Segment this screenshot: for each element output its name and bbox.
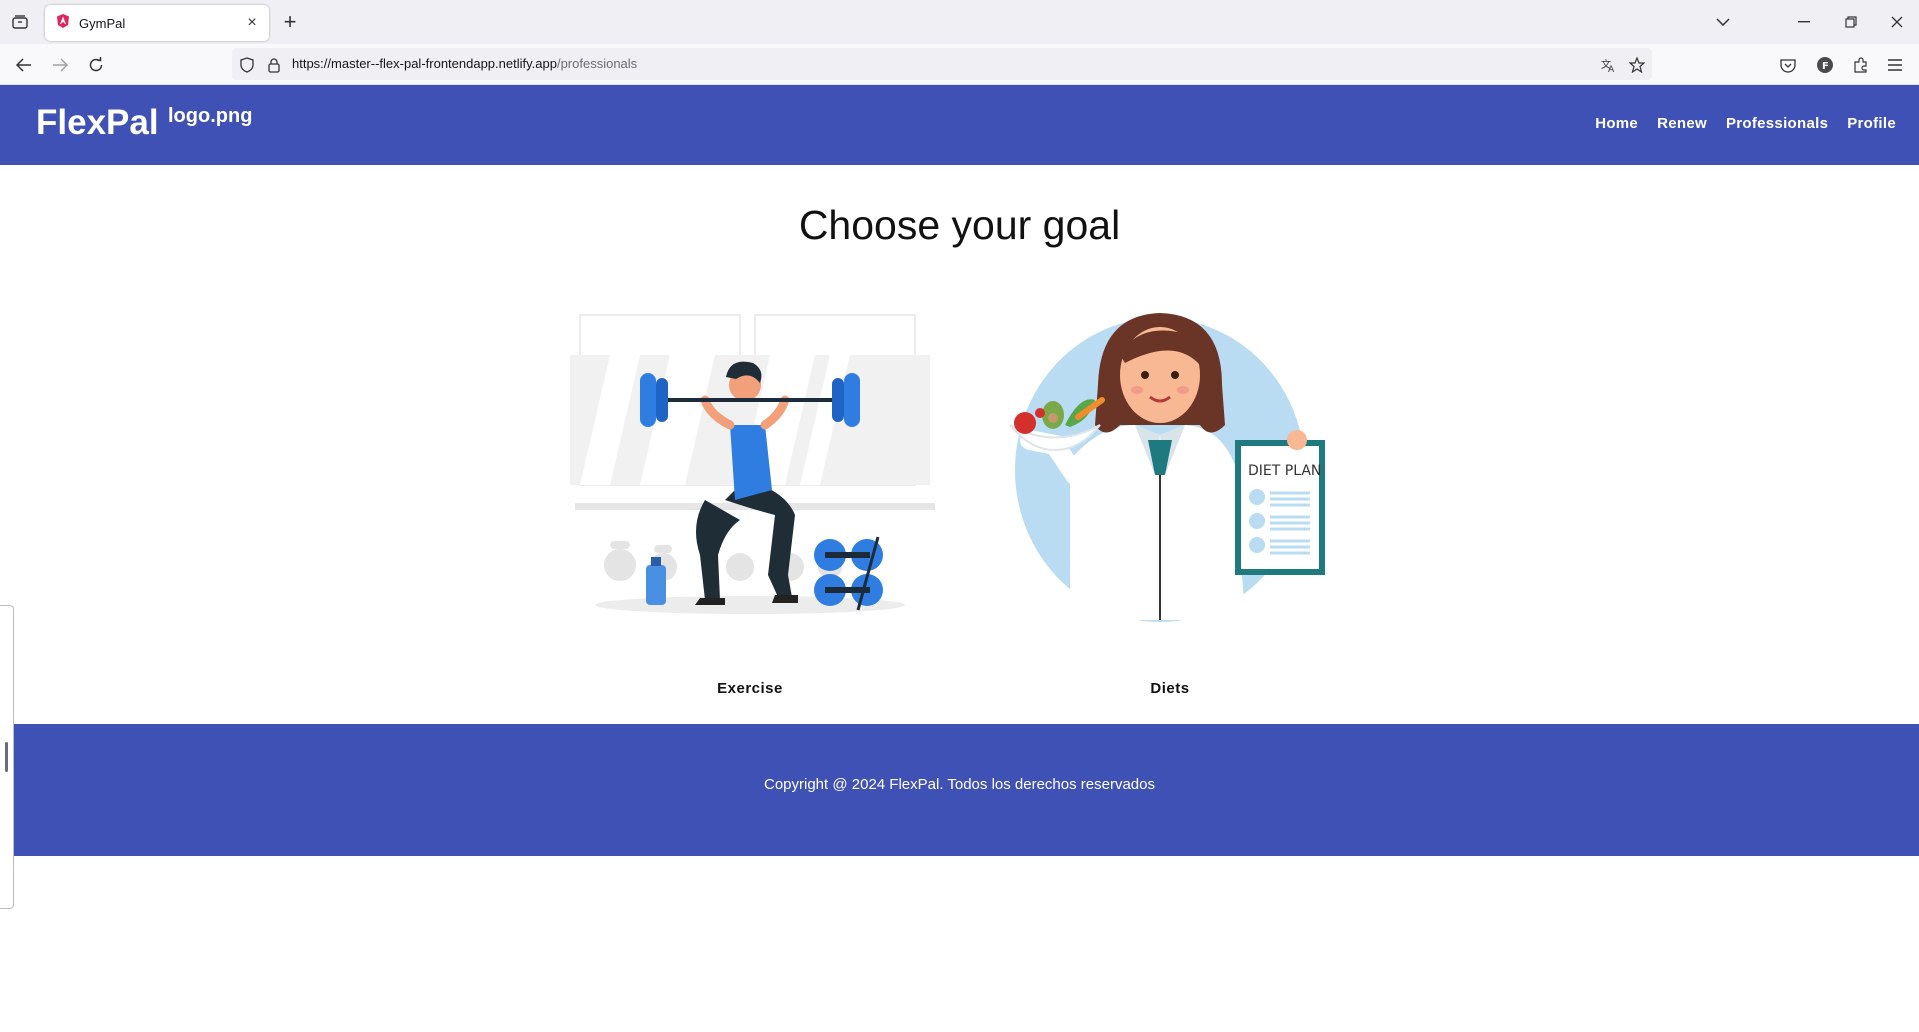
tab-list-icon[interactable] [8, 11, 32, 33]
lock-icon[interactable] [265, 56, 283, 74]
browser-tab-bar: GymPal × + [0, 0, 1919, 44]
tab-title: GymPal [79, 15, 126, 31]
menu-hamburger-icon[interactable] [1882, 52, 1908, 78]
minimize-icon[interactable] [1791, 10, 1817, 34]
exercise-illustration [570, 314, 935, 614]
browser-tab[interactable]: GymPal × [45, 5, 269, 41]
angular-favicon-icon [55, 13, 71, 34]
url-path: /professionals [556, 56, 638, 71]
tab-close-icon[interactable]: × [241, 12, 263, 34]
page: FlexPal logo.png Home Renew Professional… [0, 85, 1919, 1032]
browser-nav-bar: https://master--flex-pal-frontendapp.net… [0, 44, 1919, 85]
nav-professionals[interactable]: Professionals [1726, 115, 1828, 132]
nav-home[interactable]: Home [1595, 115, 1638, 132]
exercise-label[interactable]: Exercise [540, 680, 960, 697]
nav-profile[interactable]: Profile [1847, 115, 1896, 132]
url-bar[interactable]: https://master--flex-pal-frontendapp.net… [232, 48, 1652, 80]
extensions-icon[interactable] [1848, 52, 1874, 78]
translate-icon[interactable]: 文A [1599, 56, 1617, 74]
reload-icon[interactable] [83, 52, 109, 78]
tab-overflow-chevron-icon[interactable] [1710, 10, 1736, 34]
back-arrow-icon[interactable] [11, 52, 37, 78]
page-heading: Choose your goal [798, 202, 1121, 248]
footer-copyright: Copyright @ 2024 FlexPal. Todos los dere… [764, 776, 1155, 793]
new-tab-icon[interactable]: + [278, 9, 302, 34]
site-footer: Copyright @ 2024 FlexPal. Todos los dere… [0, 724, 1919, 856]
diets-label[interactable]: Diets [960, 680, 1380, 697]
main-nav: Home Renew Professionals Profile [1595, 115, 1896, 132]
svg-text:A: A [1608, 65, 1615, 73]
exercise-card[interactable]: Exercise [540, 275, 960, 705]
diets-card[interactable]: DIET PLAN Diets [960, 275, 1380, 705]
shield-icon[interactable] [238, 56, 256, 74]
diet-plan-sign: DIET PLAN [1248, 463, 1321, 479]
site-header: FlexPal logo.png Home Renew Professional… [0, 85, 1919, 165]
bookmark-star-icon[interactable] [1628, 56, 1646, 74]
url-host: https://master--flex-pal-frontendapp.net… [292, 56, 557, 71]
sidebar-grip-icon[interactable] [5, 742, 8, 772]
url-text[interactable]: https://master--flex-pal-frontendapp.net… [292, 56, 637, 71]
forward-arrow-icon[interactable] [47, 52, 73, 78]
logo-image-alt[interactable]: logo.png [168, 105, 252, 128]
pocket-icon[interactable] [1775, 52, 1801, 78]
close-window-icon[interactable] [1884, 10, 1910, 34]
svg-text:F: F [1822, 61, 1829, 72]
restore-icon[interactable] [1838, 10, 1864, 34]
brand-title[interactable]: FlexPal [36, 103, 159, 143]
diets-illustration: DIET PLAN [1009, 313, 1325, 622]
nav-renew[interactable]: Renew [1657, 115, 1707, 132]
account-avatar-icon[interactable]: F [1812, 52, 1838, 78]
